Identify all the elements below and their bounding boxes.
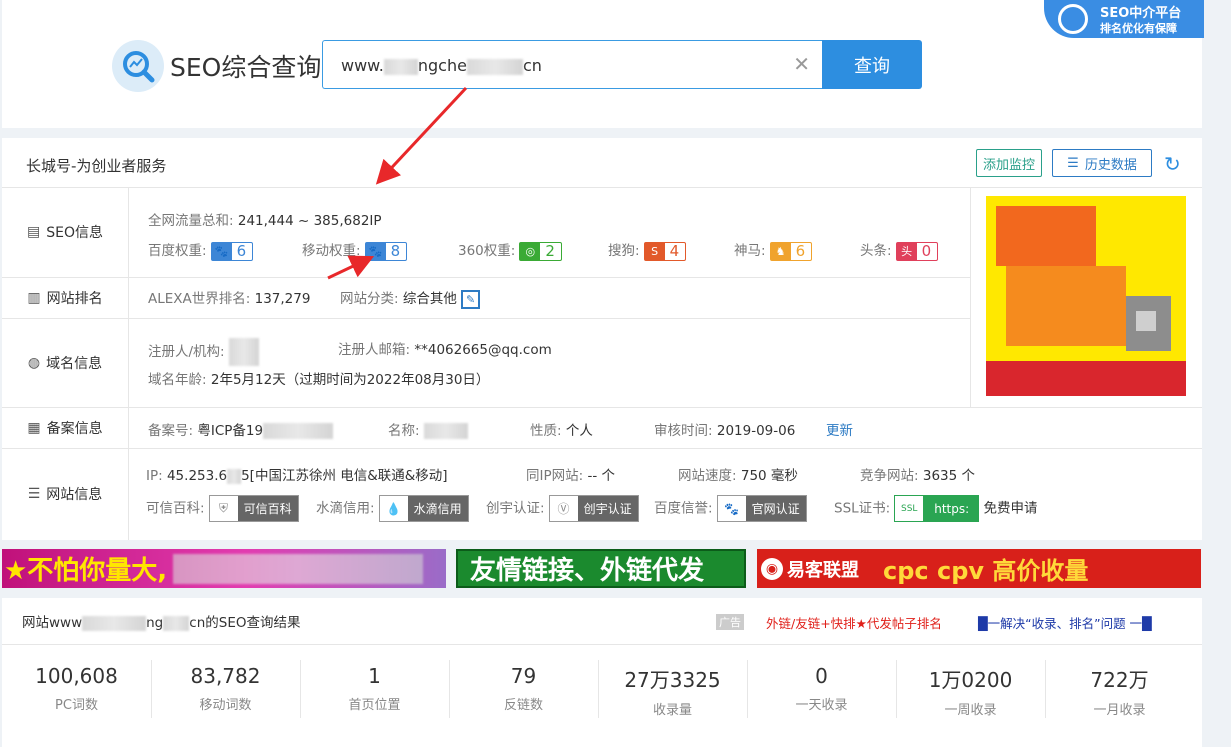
site-info-card: 长城号-为创业者服务 添加监控 ☰ 历史数据 ↻ ▤ SEO信息 全网流量总和: 2…: [2, 138, 1202, 540]
edit-icon[interactable]: ✎: [461, 289, 481, 309]
seo-logo-icon: [112, 40, 164, 92]
ad-link-backlinks[interactable]: 外链/友链+快排★代发帖子排名: [766, 613, 942, 632]
verified-icon: Ⓥ: [549, 496, 578, 521]
paw-icon: 🐾: [365, 242, 386, 260]
site-speed: 网站速度: 750 毫秒: [678, 468, 798, 484]
search-value: www. ngche cn: [341, 56, 542, 75]
history-data-button[interactable]: ☰ 历史数据: [1052, 149, 1152, 177]
ad-banner-2[interactable]: 友情链接、外链代发: [456, 549, 746, 588]
clear-icon[interactable]: ✕: [793, 54, 810, 74]
water-drop-icon: 💧: [379, 496, 408, 521]
ad-image[interactable]: [986, 196, 1186, 396]
domain-age: 域名年龄: 2年5月12天（过期时间为2022年08月30日）: [148, 372, 490, 388]
add-monitor-button[interactable]: 添加监控: [976, 149, 1042, 177]
weight-toutiao[interactable]: 头条: 头 0: [860, 239, 939, 261]
icp-nature: 性质: 个人: [530, 423, 593, 439]
shuidi-credit[interactable]: 水滴信用: 💧 水滴信用: [316, 495, 469, 522]
baidu-reputation[interactable]: 百度信誉: 🐾 官网认证: [654, 495, 807, 522]
stat-indexed[interactable]: 27万3325 收录量: [598, 664, 747, 718]
row-label-icp: ▦ 备案信息: [27, 419, 103, 437]
360-icon: ◎: [520, 242, 541, 260]
file-icon: ▦: [27, 419, 41, 436]
ad-link-indexing[interactable]: █一解决“收录、排名”问题 一█: [978, 613, 1152, 632]
stat-mobile-words[interactable]: 83,782 移动词数: [151, 664, 300, 713]
seo-agency-badge[interactable]: SEO中介平台 排名优化有保障: [1044, 0, 1204, 38]
domain-search-input[interactable]: www. ngche cn ✕: [322, 40, 822, 89]
icp-update-link[interactable]: 更新: [826, 419, 853, 439]
stat-pc-words[interactable]: 100,608 PC词数: [2, 664, 151, 713]
row-label-web: ☰ 网站信息: [27, 486, 103, 503]
weight-baidu[interactable]: 百度权重: 🐾 6: [148, 239, 254, 261]
ip-info: IP: 45.253.6 5[中国江苏徐州 电信&联通&移动]: [146, 468, 448, 484]
badge-title: SEO中介平台: [1100, 6, 1182, 21]
icp-review-time: 审核时间: 2019-09-06: [654, 423, 796, 439]
weight-sogou[interactable]: 搜狗: S 4: [608, 239, 687, 261]
ad-banner-3[interactable]: ◉ 易客联盟 cpc cpv 高价收量: [757, 549, 1201, 588]
history-icon: ☰: [1067, 155, 1079, 171]
results-title: 网站www ng cn的SEO查询结果: [22, 615, 301, 631]
stat-day-indexed[interactable]: 0 一天收录: [747, 664, 896, 713]
ssl-icon: SSL: [895, 496, 924, 521]
weight-mobile[interactable]: 移动权重: 🐾 8: [302, 239, 408, 261]
paw-icon: 🐾: [211, 242, 232, 260]
search-header: SEO综合查询 www. ngche cn ✕ 查询: [2, 0, 1202, 128]
site-category: 网站分类: 综合其他 ✎: [340, 287, 481, 309]
trust-encyclopedia[interactable]: 可信百科: ⛨ 可信百科: [146, 495, 299, 522]
weight-360[interactable]: 360权重: ◎ 2: [458, 239, 562, 261]
paw-icon: 🐾: [717, 496, 746, 521]
ssl-cert[interactable]: SSL证书: SSL https: 免费申请: [834, 495, 1037, 522]
row-label-seo: ▤ SEO信息: [27, 224, 103, 241]
stat-month-indexed[interactable]: 722万 一月收录: [1045, 664, 1194, 718]
toutiao-icon: 头: [896, 242, 917, 260]
ad-tag: 广告: [716, 614, 744, 630]
shenma-icon: ♞: [770, 242, 791, 260]
registrant: 注册人/机构:: [148, 338, 259, 366]
document-icon: ▤: [27, 224, 41, 240]
site-title: 长城号-为创业者服务: [26, 157, 167, 175]
sogou-icon: S: [644, 242, 665, 260]
logo-title: SEO综合查询: [170, 53, 322, 82]
stat-week-indexed[interactable]: 1万0200 一周收录: [896, 664, 1045, 718]
badge-subtitle: 排名优化有保障: [1100, 22, 1177, 35]
list-icon: ☰: [27, 486, 41, 502]
registrant-email: 注册人邮箱: **4062665@qq.com: [338, 342, 552, 358]
www-icon: ◍: [27, 354, 41, 371]
alexa-rank: ALEXA世界排名: 137,279: [148, 291, 311, 307]
bar-chart-icon: ▥: [27, 289, 41, 306]
history-data-label: 历史数据: [1084, 157, 1137, 173]
row-label-domain: ◍ 域名信息: [27, 354, 103, 372]
stat-first-page[interactable]: 1 首页位置: [300, 664, 449, 713]
weight-shenma[interactable]: 神马: ♞ 6: [734, 239, 813, 261]
shield-icon: ⛨: [209, 496, 238, 521]
icp-name: 名称:: [388, 419, 468, 439]
chart-icon: [1058, 4, 1088, 34]
chuangyu-cert[interactable]: 创宇认证: Ⓥ 创宇认证: [486, 495, 639, 522]
search-button[interactable]: 查询: [822, 40, 922, 89]
row-label-rank: ▥ 网站排名: [27, 289, 103, 307]
ssl-free-apply[interactable]: 免费申请: [983, 501, 1037, 517]
ad-banner-1[interactable]: ★不怕你量大,: [2, 549, 446, 588]
traffic-total: 全网流量总和: 241,444 ~ 385,682IP: [148, 213, 382, 229]
stat-backlinks[interactable]: 79 反链数: [449, 664, 598, 713]
yike-logo-icon: ◉: [761, 557, 783, 580]
icp-number: 备案号: 粤ICP备19: [148, 419, 334, 439]
refresh-icon[interactable]: ↻: [1164, 152, 1181, 176]
same-ip-sites: 同IP网站: -- 个: [526, 468, 616, 484]
compete-sites: 竞争网站: 3635 个: [860, 468, 976, 484]
